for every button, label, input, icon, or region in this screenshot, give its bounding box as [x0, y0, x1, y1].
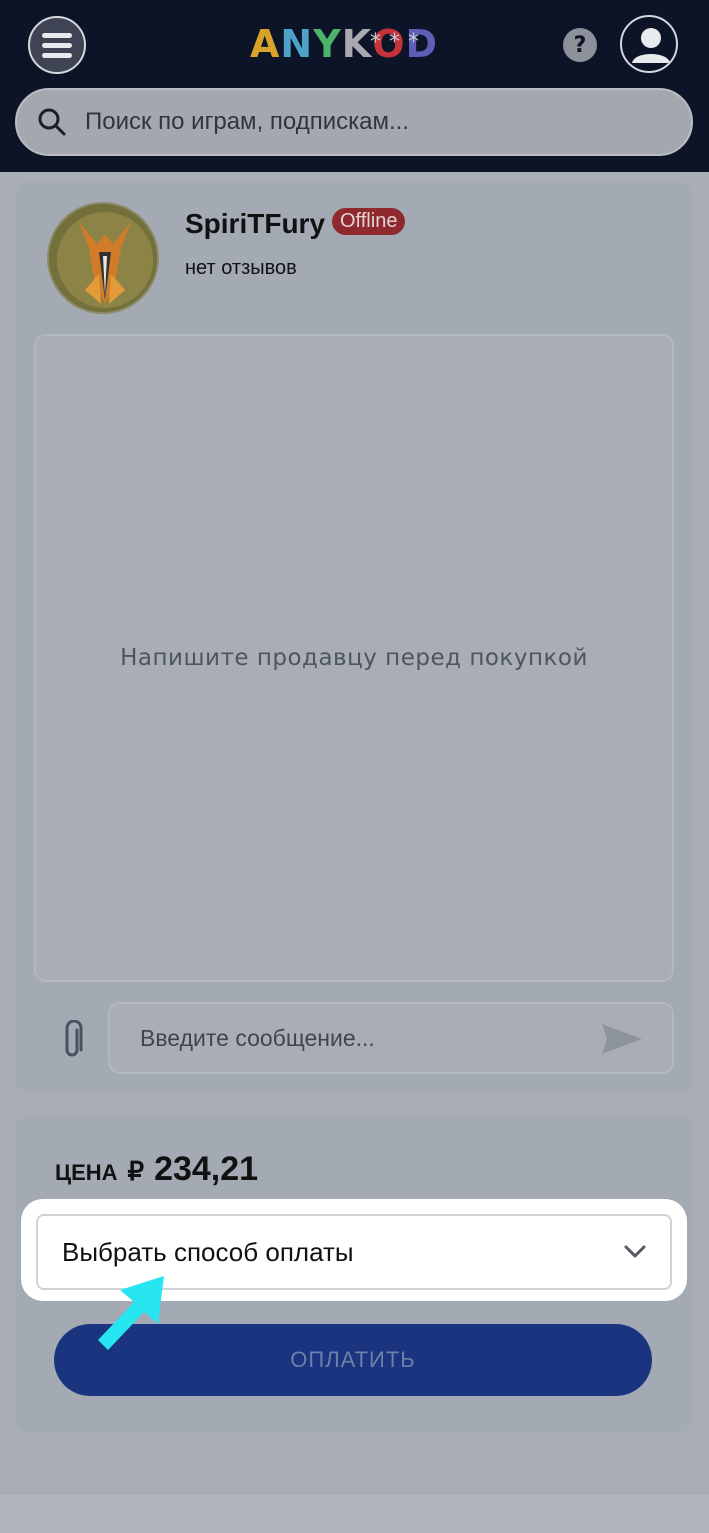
help-button[interactable]: ? — [563, 28, 597, 62]
logo-letter: N — [280, 22, 314, 66]
message-placeholder: Введите сообщение... — [140, 1024, 375, 1051]
seller-chat-card: SpiriTFury Offline нет отзывов Напишите … — [15, 182, 693, 1092]
chat-empty-text: Напишите продавцу перед покупкой — [120, 645, 588, 671]
search-bar[interactable]: Поиск по играм, подпискам... — [15, 88, 693, 156]
pointer-arrow-icon — [98, 1276, 164, 1350]
chevron-down-icon — [624, 1245, 646, 1258]
paperclip-icon[interactable] — [59, 1020, 85, 1060]
logo-stars: *** — [370, 30, 427, 55]
logo-letter: Y — [313, 22, 342, 66]
currency-symbol: ₽ — [127, 1156, 145, 1186]
payment-method-value: Выбрать способ оплаты — [62, 1236, 354, 1267]
profile-button[interactable] — [620, 15, 678, 73]
price-label: ЦЕНА — [55, 1160, 118, 1185]
avatar-image — [49, 204, 157, 312]
price-row: ЦЕНА ₽ 234,21 — [55, 1150, 258, 1189]
anykod-logo[interactable]: A N Y K O D *** — [250, 22, 438, 66]
search-placeholder: Поиск по играм, подпискам... — [85, 108, 409, 135]
user-icon — [632, 28, 670, 63]
hamburger-icon-bar — [42, 42, 72, 48]
seller-reviews[interactable]: нет отзывов — [185, 257, 297, 280]
seller-avatar[interactable] — [47, 202, 159, 314]
app-header: A N Y K O D *** ? Поиск по играм, подпискам... — [0, 0, 709, 172]
seller-name[interactable]: SpiriTFury — [185, 208, 325, 240]
price-amount: 234,21 — [154, 1150, 259, 1188]
logo-letter: K — [341, 22, 373, 66]
hamburger-icon-bar — [42, 32, 72, 38]
search-icon — [38, 108, 66, 136]
status-badge: Offline — [332, 208, 406, 235]
logo-letter: A — [250, 22, 281, 66]
menu-button[interactable] — [28, 16, 86, 74]
message-input[interactable]: Введите сообщение... — [108, 1002, 674, 1074]
pay-button-label: ОПЛАТИТЬ — [290, 1347, 416, 1372]
chat-messages-area: Напишите продавцу перед покупкой — [34, 334, 674, 982]
bottom-bar — [0, 1495, 709, 1533]
hamburger-icon-bar — [42, 52, 72, 58]
send-icon[interactable] — [600, 1022, 644, 1056]
